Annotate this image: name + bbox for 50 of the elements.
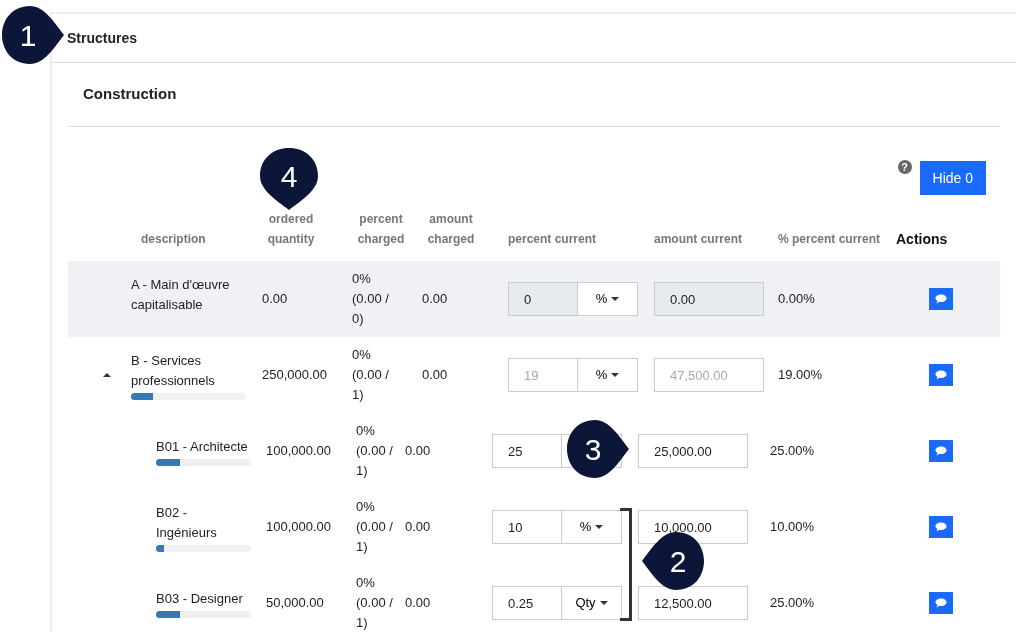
column-header: percent current bbox=[508, 231, 597, 248]
table-cell: 250,000.00 bbox=[262, 367, 328, 383]
table-cell: 100,000.00 bbox=[266, 443, 332, 459]
table-cell-text: 0% (0.00 / 1) bbox=[356, 574, 394, 632]
speech-bubble-icon bbox=[934, 370, 947, 380]
item-description: A - Main d'œuvre capitalisable bbox=[131, 275, 231, 314]
item-description: B01 - Architecte bbox=[156, 437, 249, 456]
table-cell: 25.00% bbox=[770, 443, 815, 459]
table-cell: 0.00% bbox=[778, 291, 815, 307]
section-title: Construction bbox=[83, 84, 177, 105]
table-cell: 0.00 bbox=[405, 519, 431, 535]
column-header: ordered quantity bbox=[266, 211, 316, 248]
amount-input[interactable]: 0.00 bbox=[654, 282, 764, 316]
hide-button[interactable]: Hide 0 bbox=[919, 161, 986, 195]
callout-number: 3 bbox=[584, 435, 602, 465]
percent-input[interactable]: 0 bbox=[508, 282, 578, 316]
speech-bubble-icon bbox=[934, 446, 947, 456]
column-header: description bbox=[141, 231, 206, 248]
table-cell: 19.00% bbox=[778, 367, 823, 383]
speech-bubble-icon bbox=[934, 522, 947, 532]
column-header: % percent current bbox=[778, 231, 881, 248]
comment-button[interactable] bbox=[928, 288, 953, 310]
panel-title: Structures bbox=[67, 28, 138, 48]
table-cell: 0.00 bbox=[405, 595, 431, 611]
table-cell: 0.00 bbox=[262, 291, 288, 307]
speech-bubble-icon bbox=[934, 294, 947, 304]
item-description: B - Services professionnels bbox=[131, 351, 216, 390]
table-cell: 0.00 bbox=[422, 291, 448, 307]
help-icon[interactable]: ? bbox=[897, 160, 912, 174]
callout-number: 4 bbox=[280, 162, 298, 192]
table-cell-text: 0% (0.00 / 0) bbox=[352, 270, 390, 328]
item-description: B02 - Ingénieurs bbox=[156, 503, 218, 542]
column-header: amount current bbox=[654, 231, 742, 248]
table-cell: 0.00 bbox=[422, 367, 448, 383]
table-cell: 50,000.00 bbox=[266, 595, 324, 611]
column-header: amount charged bbox=[426, 211, 476, 248]
table-cell: 0.00 bbox=[405, 443, 431, 459]
table-cell-text: 0% (0.00 / 1) bbox=[356, 498, 394, 556]
column-header: percent charged bbox=[356, 211, 406, 248]
table-cell-text: 0% (0.00 / 1) bbox=[356, 422, 394, 480]
callout-number: 1 bbox=[19, 21, 37, 51]
table-cell: 10.00% bbox=[770, 519, 815, 535]
unit-dropdown[interactable]: % bbox=[578, 282, 638, 316]
table-cell: 100,000.00 bbox=[266, 519, 332, 535]
column-header: Actions bbox=[896, 229, 948, 249]
item-description: B03 - Designer bbox=[156, 589, 244, 608]
table-cell: 25.00% bbox=[770, 595, 815, 611]
speech-bubble-icon bbox=[934, 598, 947, 608]
callout-number: 2 bbox=[669, 547, 687, 577]
table-cell-text: 0% (0.00 / 1) bbox=[352, 346, 390, 404]
